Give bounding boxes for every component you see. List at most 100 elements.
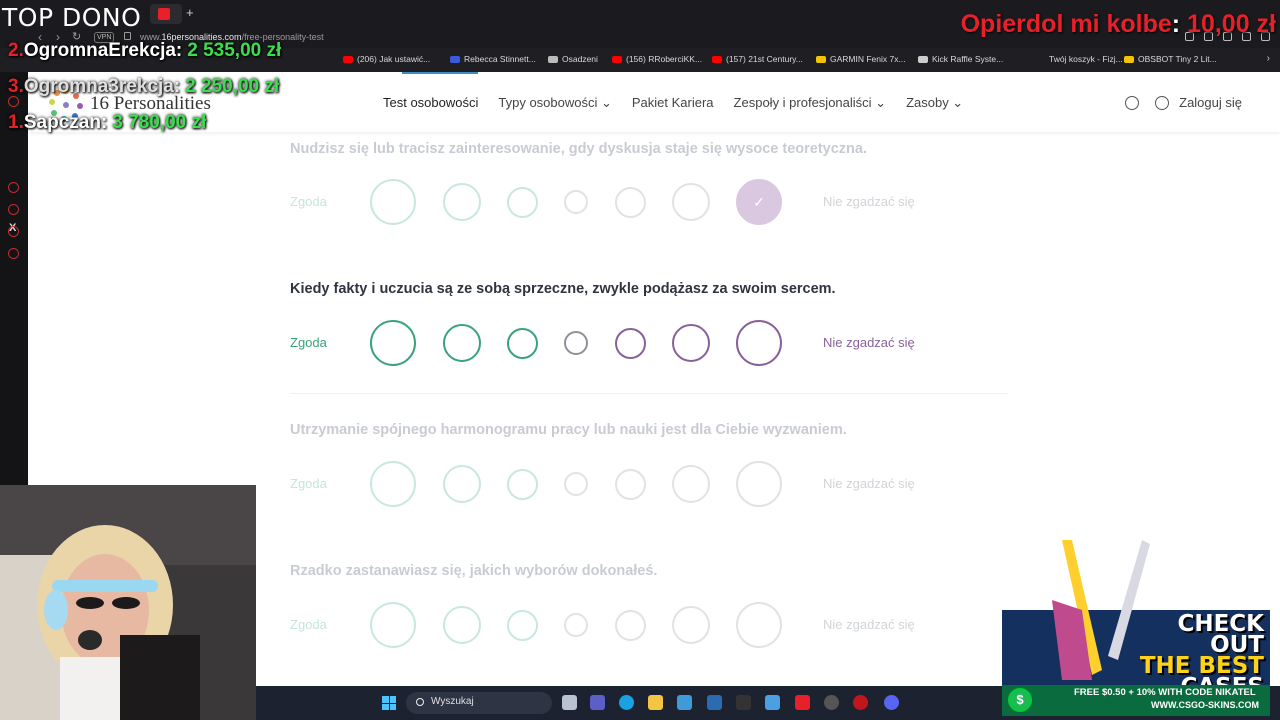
bookmark-favicon-icon <box>1035 55 1045 63</box>
answer-option[interactable] <box>443 606 481 644</box>
app-icon[interactable] <box>765 695 780 710</box>
bookmark-item[interactable]: (157) 21st Century... <box>712 54 803 64</box>
donor-name: OgromnaErekcja: <box>23 40 183 61</box>
bookmark-favicon-icon <box>1124 55 1134 63</box>
teams-icon[interactable] <box>590 695 605 710</box>
task-view-icon[interactable] <box>562 695 577 710</box>
answer-option[interactable] <box>370 461 416 507</box>
question-text: Nudzisz się lub tracisz zainteresowanie,… <box>290 141 868 157</box>
browser-tab[interactable] <box>150 4 182 24</box>
bookmark-label: Osadzeni <box>562 54 598 64</box>
screen: + ‹ › ↻ VPN www.16personalities.com/free… <box>0 0 1280 720</box>
answer-option[interactable] <box>443 324 481 362</box>
answer-option[interactable] <box>672 606 710 644</box>
goal-separator: : <box>1171 10 1181 38</box>
answer-option[interactable] <box>672 183 710 221</box>
bookmark-favicon-icon <box>918 55 928 63</box>
mail-icon[interactable] <box>707 695 722 710</box>
file-explorer-icon[interactable] <box>648 695 663 710</box>
taskbar-search-label: Wyszukaj <box>431 696 474 707</box>
sidebar-player-icon[interactable] <box>8 182 19 193</box>
new-tab-button[interactable]: + <box>186 5 194 20</box>
answer-option[interactable] <box>506 609 538 641</box>
bookmark-label: Kick Raffle Syste... <box>932 54 1004 64</box>
bookmarks-more-icon[interactable]: › <box>1267 53 1270 64</box>
question-text: Kiedy fakty i uczucia są ze sobą sprzecz… <box>290 281 836 297</box>
nav-item[interactable]: Test osobowości <box>383 95 478 111</box>
answer-option[interactable] <box>672 465 710 503</box>
answer-option[interactable] <box>506 327 538 359</box>
answer-option[interactable] <box>614 609 646 641</box>
answer-option[interactable] <box>614 327 646 359</box>
question-text: Utrzymanie spójnego harmonogramu pracy l… <box>290 422 847 438</box>
bookmark-favicon-icon <box>450 55 460 63</box>
bookmark-item[interactable]: GARMIN Fenix 7x... <box>816 54 906 64</box>
donor-entry: 3.Ogromna3rekcja: 2 250,00 zł <box>8 76 279 98</box>
answer-option[interactable] <box>443 183 481 221</box>
promo-code: FREE $0.50 + 10% WITH CODE NIKATEL <box>1074 687 1256 698</box>
nav-item[interactable]: Zasoby ⌄ <box>906 95 963 111</box>
donor-amount: 2 535,00 zł <box>187 40 282 61</box>
bookmark-item[interactable]: Osadzeni <box>548 54 598 64</box>
edge-icon[interactable] <box>619 695 634 710</box>
answer-option[interactable]: ✓ <box>736 179 782 225</box>
answer-scale: Zgoda Nie zgadzać się <box>290 459 1010 509</box>
answer-option[interactable] <box>506 186 538 218</box>
donor-name: Ogromna3rekcja: <box>23 76 181 97</box>
discord-icon[interactable] <box>884 695 899 710</box>
goal-overlay: Opierdol mi kolbe: 10,00 zł <box>961 10 1276 39</box>
header-actions: Zaloguj się <box>1125 95 1242 110</box>
bookmark-label: (206) Jak ustawić... <box>357 54 431 64</box>
obs-icon[interactable] <box>824 695 839 710</box>
sidebar-history-icon[interactable] <box>8 204 19 215</box>
answer-option[interactable] <box>736 461 782 507</box>
answer-option[interactable] <box>614 468 646 500</box>
taskbar-search[interactable]: Wyszukaj <box>406 692 552 714</box>
windows-start-icon[interactable] <box>382 696 396 710</box>
sidebar-box-icon[interactable] <box>8 226 19 237</box>
answer-option[interactable] <box>443 465 481 503</box>
opera-gx-icon[interactable] <box>795 695 810 710</box>
bookmark-item[interactable]: Rebecca Stinnett... <box>450 54 536 64</box>
answer-option[interactable] <box>506 468 538 500</box>
bookmark-label: Twój koszyk - Fizj... <box>1049 54 1123 64</box>
answer-option[interactable] <box>736 320 782 366</box>
bookmark-item[interactable]: (156) RRoberciKK... <box>612 54 702 64</box>
store-icon[interactable] <box>677 695 692 710</box>
login-link[interactable]: Zaloguj się <box>1179 95 1242 110</box>
bookmark-favicon-icon <box>548 55 558 63</box>
bookmark-item[interactable]: OBSBOT Tiny 2 Lit... <box>1124 54 1217 64</box>
answer-option[interactable] <box>672 324 710 362</box>
search-icon <box>416 698 424 706</box>
donor-rank: 3. <box>8 76 24 97</box>
bookmark-label: GARMIN Fenix 7x... <box>830 54 906 64</box>
agree-label: Zgoda <box>290 194 327 209</box>
nav-item[interactable]: Pakiet Kariera <box>632 95 714 111</box>
answer-option[interactable] <box>370 179 416 225</box>
disagree-label: Nie zgadzać się <box>823 194 915 209</box>
accessibility-icon[interactable] <box>1125 95 1140 110</box>
donor-amount: 2 250,00 zł <box>185 76 280 97</box>
answer-option[interactable] <box>614 186 646 218</box>
answer-option[interactable] <box>564 190 588 214</box>
answer-option[interactable] <box>370 602 416 648</box>
answer-option[interactable] <box>564 613 588 637</box>
bookmark-item[interactable]: (206) Jak ustawić... <box>343 54 430 64</box>
bookmark-label: Rebecca Stinnett... <box>464 54 536 64</box>
donor-rank: 1. <box>8 112 24 133</box>
streamer-image <box>0 485 256 720</box>
globe-icon[interactable] <box>1155 95 1170 110</box>
bookmark-item[interactable]: Kick Raffle Syste... <box>918 54 1003 64</box>
app-icon[interactable] <box>736 695 751 710</box>
disagree-label: Nie zgadzać się <box>823 617 915 632</box>
sidebar-settings-icon[interactable] <box>8 248 19 259</box>
opera-icon[interactable] <box>853 695 868 710</box>
answer-scale: Zgoda ✓ Nie zgadzać się <box>290 177 1010 227</box>
answer-option[interactable] <box>564 472 588 496</box>
answer-option[interactable] <box>736 602 782 648</box>
nav-item[interactable]: Zespoły i profesjonaliści ⌄ <box>734 95 887 111</box>
answer-option[interactable] <box>564 331 588 355</box>
nav-item[interactable]: Typy osobowości ⌄ <box>498 95 612 111</box>
answer-option[interactable] <box>370 320 416 366</box>
bookmark-item[interactable]: Twój koszyk - Fizj... <box>1035 54 1123 64</box>
